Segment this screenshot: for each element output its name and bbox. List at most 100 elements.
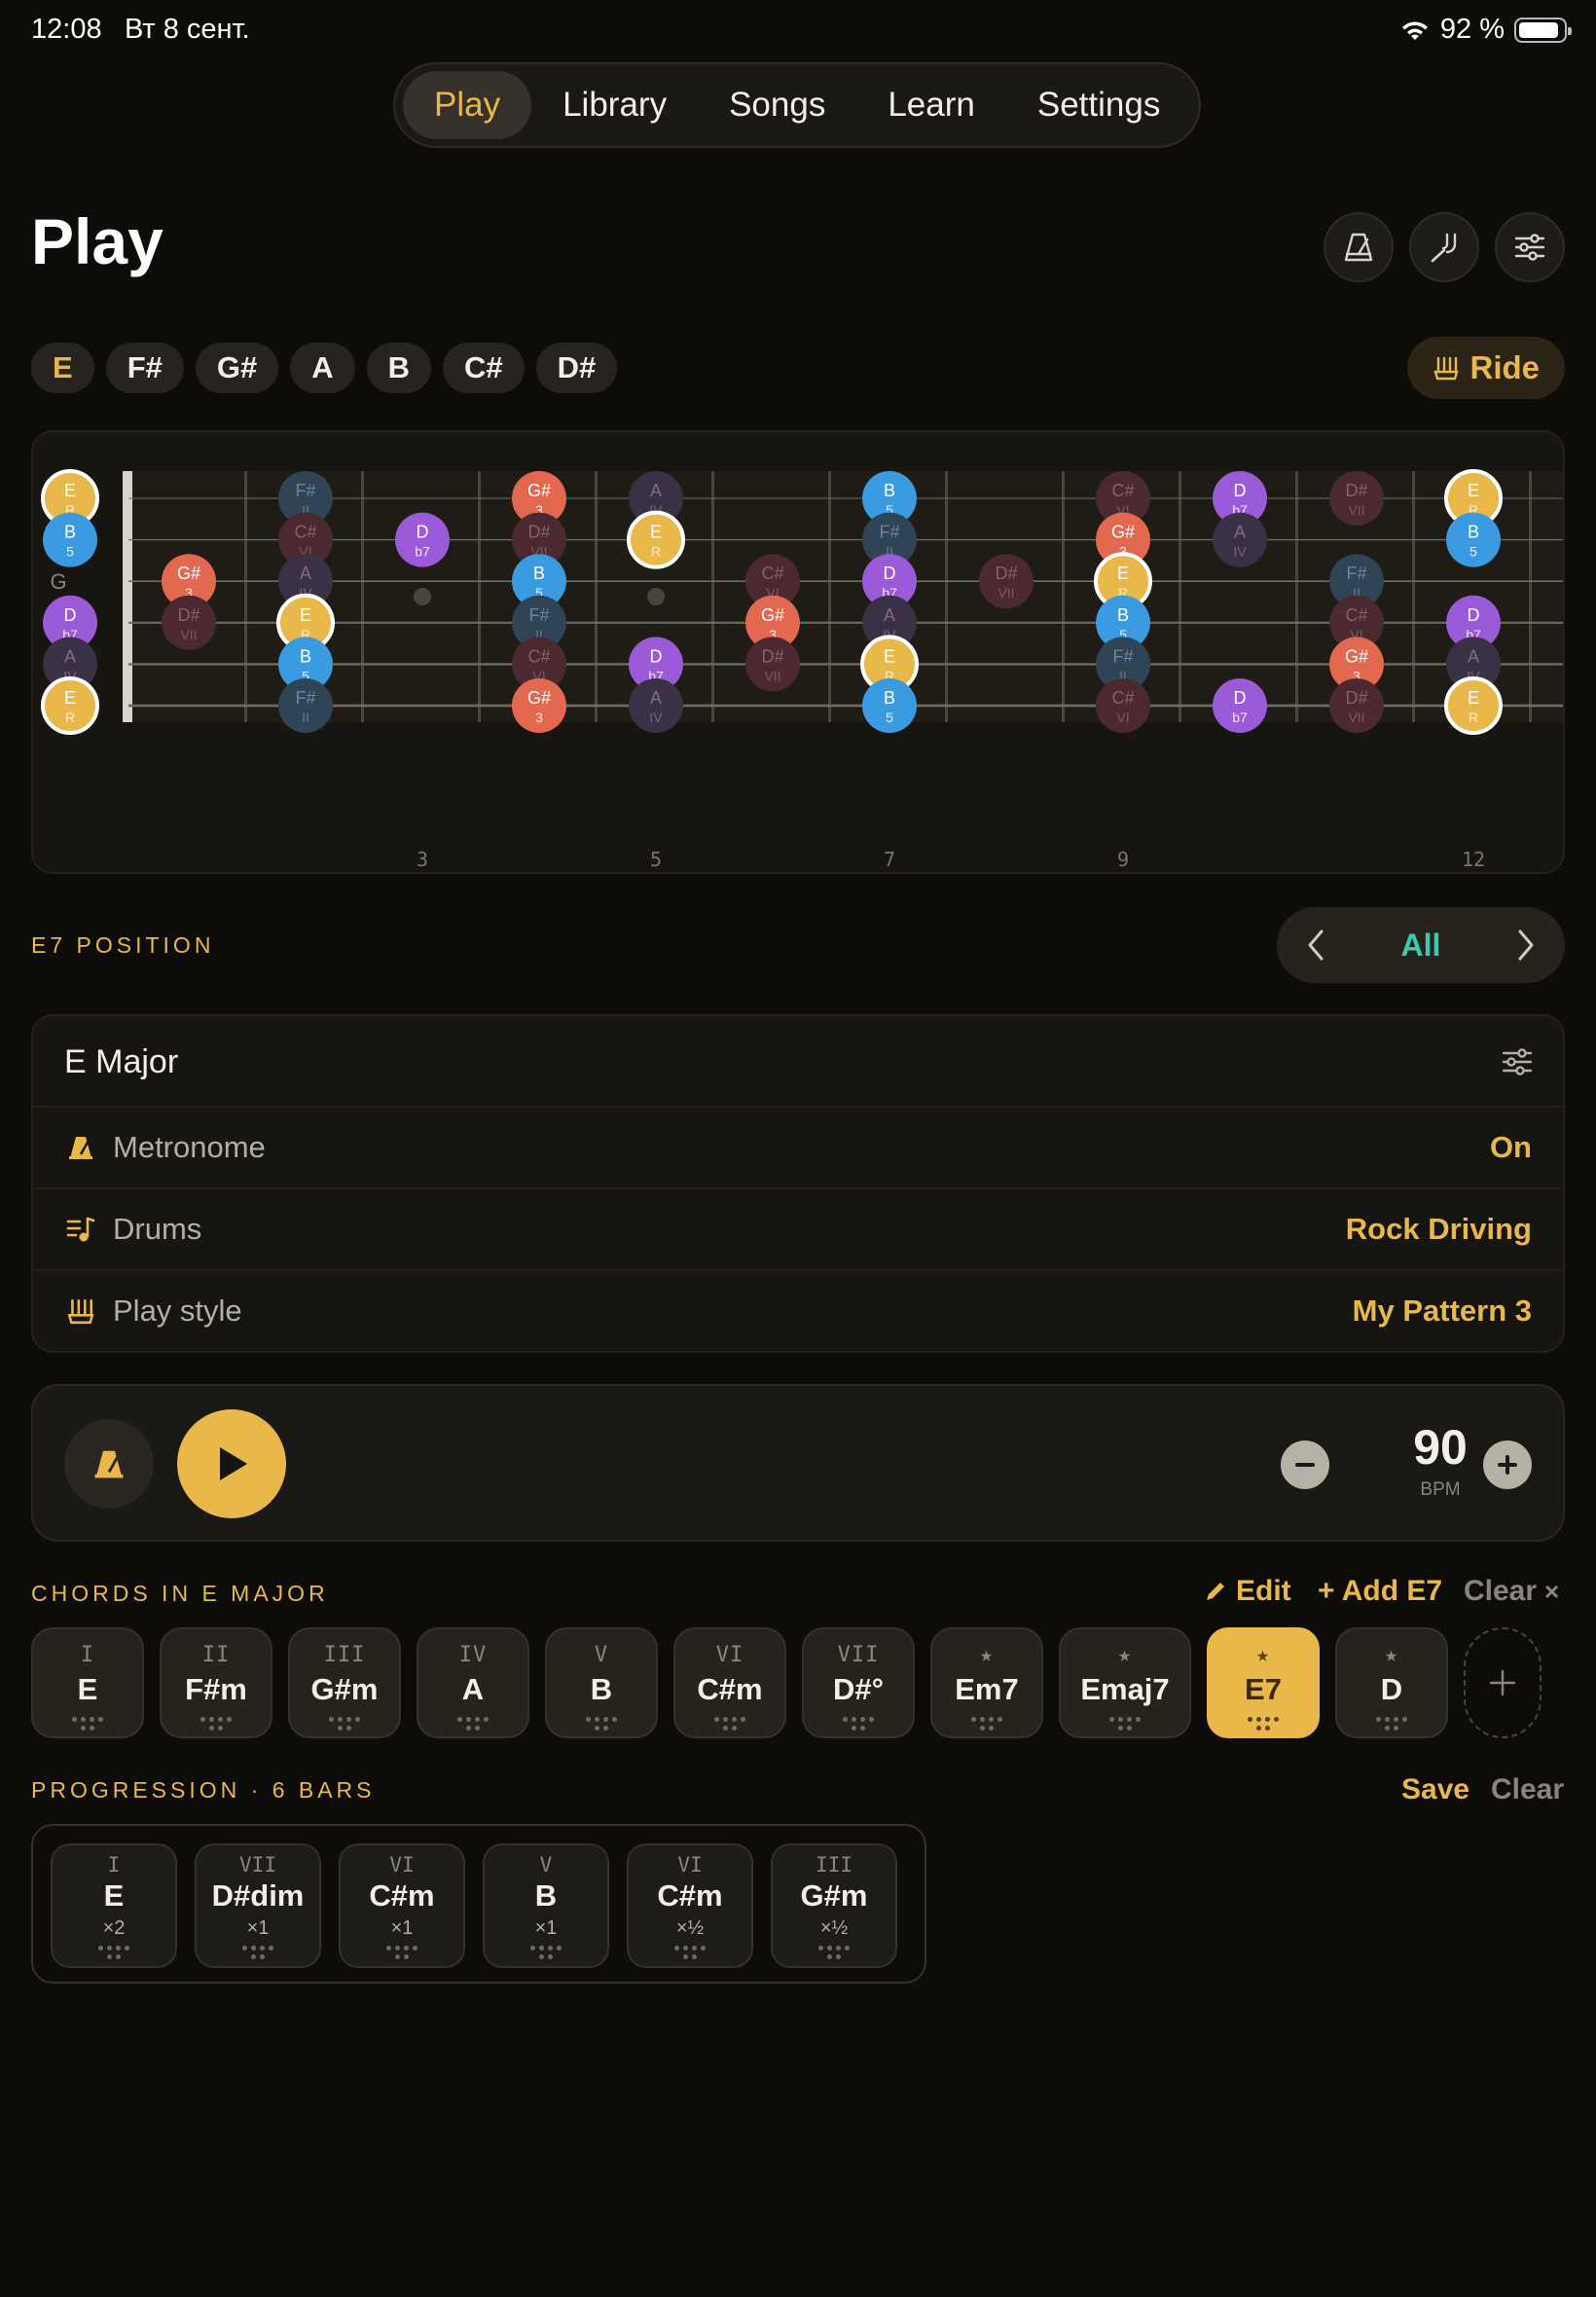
chord-name: C#m: [697, 1672, 763, 1706]
bpm-decrease-button[interactable]: [1281, 1440, 1329, 1489]
chevron-right-icon[interactable]: [1514, 928, 1538, 963]
chords-section-label: CHORDS IN E MAJOR: [31, 1581, 329, 1606]
progression-chord[interactable]: VI C#m ×½: [627, 1843, 753, 1968]
tuner-button[interactable]: [1409, 212, 1479, 282]
tab-songs[interactable]: Songs: [698, 71, 856, 139]
chord-name: E: [77, 1672, 98, 1706]
note-degree: b7: [415, 544, 430, 560]
chord-numeral: V: [594, 1643, 609, 1667]
add-chord-link[interactable]: + Add E7: [1318, 1575, 1442, 1608]
add-chord-button[interactable]: [1464, 1627, 1542, 1738]
chevron-left-icon[interactable]: [1304, 928, 1327, 963]
scale-chip-a[interactable]: A: [290, 343, 355, 393]
scale-chip-b[interactable]: B: [366, 343, 432, 393]
clear-progression-button[interactable]: Clear: [1491, 1773, 1564, 1806]
tab-play[interactable]: Play: [403, 71, 532, 139]
chord-card[interactable]: IE: [31, 1627, 144, 1738]
drag-handle-icon[interactable]: [329, 1717, 360, 1731]
chord-card[interactable]: VI C#m: [673, 1627, 786, 1738]
fret-number: 5: [650, 848, 662, 871]
position-value[interactable]: All: [1401, 928, 1441, 964]
drag-handle-icon[interactable]: [530, 1946, 562, 1959]
chord-name: D#°: [832, 1672, 885, 1706]
note-degree: R: [65, 710, 75, 725]
scale-chip-e[interactable]: E: [31, 343, 94, 393]
edit-chords-button[interactable]: Edit: [1203, 1575, 1291, 1608]
chord-card-selected[interactable]: ★ E7: [1207, 1627, 1320, 1738]
scale-chip-gsharp[interactable]: G#: [195, 343, 279, 393]
drag-handle-icon[interactable]: [200, 1717, 232, 1731]
play-button[interactable]: [177, 1409, 286, 1518]
note-name: E: [300, 605, 311, 625]
chord-name: Emaj7: [1080, 1672, 1170, 1706]
row-drums[interactable]: Drums Rock Driving: [33, 1187, 1563, 1269]
drag-handle-icon[interactable]: [818, 1946, 850, 1959]
drag-handle-icon[interactable]: [1376, 1717, 1407, 1731]
note-degree: IV: [1233, 544, 1247, 560]
note-name: A: [64, 646, 76, 666]
note-name: D: [650, 646, 663, 666]
tab-learn[interactable]: Learn: [856, 71, 1006, 139]
drag-handle-icon[interactable]: [72, 1717, 103, 1731]
chord-card[interactable]: ★ Em7: [930, 1627, 1043, 1738]
page-title: Play: [31, 205, 163, 277]
scale-chip-fsharp[interactable]: F#: [105, 343, 184, 393]
progression-label: PROGRESSION · 6 BARS: [31, 1777, 376, 1803]
drag-handle-icon[interactable]: [1248, 1717, 1279, 1731]
progression-chord[interactable]: VI C#m ×1: [339, 1843, 465, 1968]
chord-name: C#m: [657, 1878, 723, 1913]
drag-handle-icon[interactable]: [843, 1717, 874, 1731]
progression-chord[interactable]: I E ×2: [51, 1843, 177, 1968]
note-name: G#: [527, 481, 551, 500]
drag-handle-icon[interactable]: [386, 1946, 417, 1959]
drag-handle-icon[interactable]: [98, 1946, 129, 1959]
row-play-style[interactable]: Play style My Pattern 3: [33, 1269, 1563, 1351]
chord-card[interactable]: IV A: [417, 1627, 529, 1738]
sliders-button[interactable]: [1495, 212, 1565, 282]
clear-chords-button[interactable]: Clear ×: [1464, 1575, 1559, 1608]
note-name: B: [1468, 523, 1479, 542]
row-metronome[interactable]: Metronome On: [33, 1106, 1563, 1187]
chord-card[interactable]: II F#m: [160, 1627, 272, 1738]
fret-wire: [1295, 471, 1298, 722]
fretboard[interactable]: eBGDAE357912ERF#IIG#3AIVB5C#VIDb7D#VIIER…: [33, 432, 1565, 874]
drag-handle-icon[interactable]: [457, 1717, 489, 1731]
tab-settings[interactable]: Settings: [1006, 71, 1191, 139]
fret-inlay: [647, 588, 665, 605]
scale-chip-dsharp[interactable]: D#: [535, 343, 618, 393]
card-sliders-icon[interactable]: [1501, 1045, 1534, 1078]
progression-chord[interactable]: VII D#dim ×1: [195, 1843, 321, 1968]
star-icon: ★: [1384, 1643, 1399, 1667]
note-name: E: [884, 646, 895, 666]
metronome-button[interactable]: [1324, 212, 1394, 282]
fret-inlay: [414, 588, 431, 605]
chord-card[interactable]: VII D#°: [802, 1627, 915, 1738]
note-name: G#: [177, 564, 200, 583]
chord-card[interactable]: VB: [545, 1627, 658, 1738]
drag-handle-icon[interactable]: [586, 1717, 617, 1731]
drag-handle-icon[interactable]: [714, 1717, 745, 1731]
chord-repeat: ×½: [819, 1917, 849, 1939]
progression-chord[interactable]: V B ×1: [483, 1843, 609, 1968]
drag-handle-icon[interactable]: [674, 1946, 706, 1959]
drag-handle-icon[interactable]: [971, 1717, 1002, 1731]
save-progression-button[interactable]: Save: [1401, 1773, 1469, 1806]
chord-card[interactable]: ★ Emaj7: [1059, 1627, 1191, 1738]
pencil-icon: [1207, 1583, 1224, 1600]
scale-chip-csharp[interactable]: C#: [443, 343, 525, 393]
tab-library[interactable]: Library: [531, 71, 698, 139]
chord-card[interactable]: ★ D: [1335, 1627, 1448, 1738]
note-name: B: [884, 688, 895, 708]
ride-button[interactable]: Ride: [1407, 337, 1565, 399]
progression-chord[interactable]: III G#m ×½: [771, 1843, 897, 1968]
drag-handle-icon[interactable]: [1109, 1717, 1141, 1731]
note-name: D: [1468, 605, 1480, 625]
metronome-toggle[interactable]: [64, 1419, 154, 1509]
ride-label: Ride: [1469, 349, 1540, 385]
row-name: Play style: [113, 1294, 242, 1328]
bpm-increase-button[interactable]: [1483, 1440, 1532, 1489]
play-icon: [220, 1447, 247, 1480]
note-name: D: [1234, 688, 1247, 708]
drag-handle-icon[interactable]: [242, 1946, 273, 1959]
chord-card[interactable]: III G#m: [288, 1627, 401, 1738]
